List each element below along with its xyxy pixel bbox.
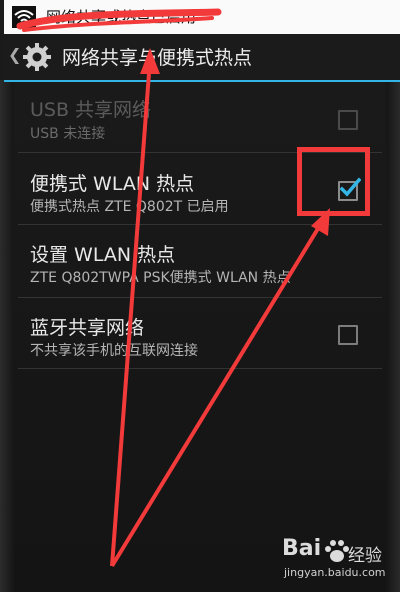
arrow-line-right — [110, 220, 324, 568]
baidu-watermark: Bai 经验 jingyan.baidu.com — [282, 536, 392, 588]
watermark-brand-cn: 经验 — [348, 546, 382, 566]
annotation-arrows — [16, 8, 330, 568]
arrow-head-up — [140, 48, 160, 74]
arrow-line-up — [110, 59, 152, 567]
watermark-url: jingyan.baidu.com — [284, 566, 386, 579]
watermark-brand: Bai — [282, 536, 322, 561]
